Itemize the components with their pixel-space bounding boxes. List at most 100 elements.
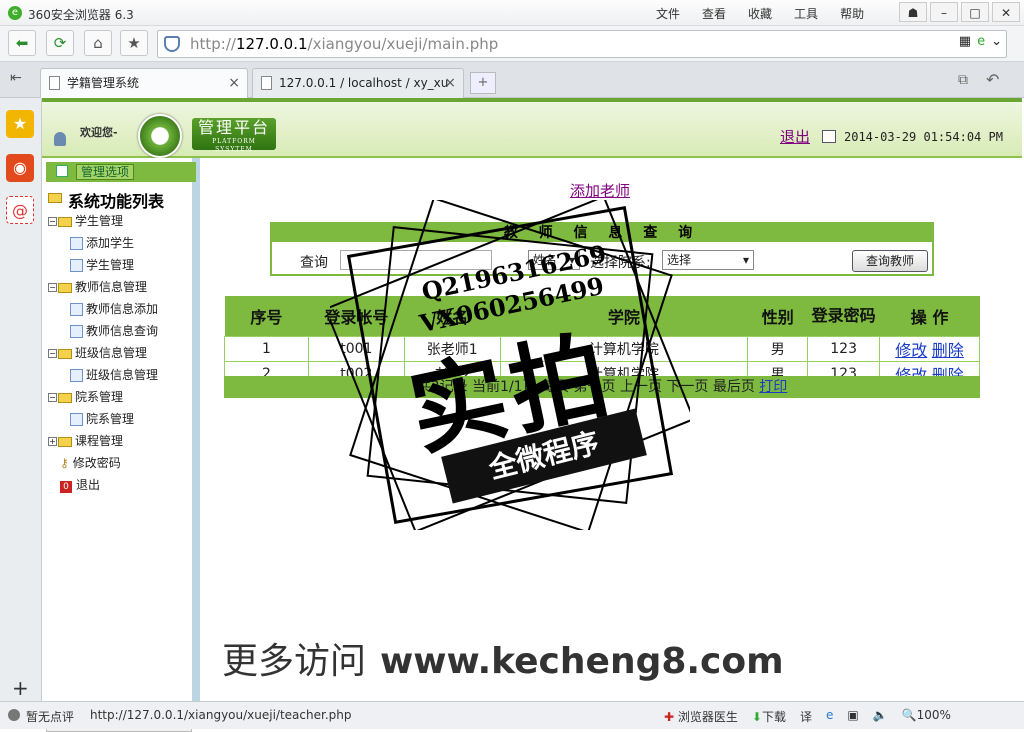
expand-icon[interactable]: +: [48, 437, 57, 446]
tab-label: 127.0.0.1 / localhost / xy_xu: [279, 76, 449, 90]
maximize-button[interactable]: □: [961, 2, 989, 22]
tree-teacher[interactable]: − 教师信息管理: [48, 276, 164, 298]
tree-department-manage[interactable]: 院系管理: [48, 408, 164, 430]
qr-code-icon[interactable]: ▦: [959, 34, 971, 49]
platform-subtitle: PLATFORM SYSYTEM: [212, 138, 256, 153]
tab-xueji[interactable]: 学籍管理系统 ×: [40, 68, 248, 98]
col-gender: 性别: [747, 296, 808, 336]
home-icon[interactable]: ⌂: [84, 30, 112, 56]
college-select[interactable]: 选择: [662, 250, 754, 270]
ie-icon[interactable]: e: [826, 708, 833, 725]
tree-logout[interactable]: 0 退出: [48, 474, 164, 496]
chevron-down-icon[interactable]: ⌄: [991, 34, 1002, 49]
minimize-button[interactable]: –: [930, 2, 958, 22]
user-icon: [54, 132, 66, 146]
menu-file[interactable]: 文件: [656, 5, 680, 22]
collapse-icon[interactable]: −: [48, 393, 57, 402]
browser-doctor[interactable]: ✚ 浏览器医生: [664, 708, 738, 725]
tree-label: 课程管理: [75, 434, 124, 448]
tree-label: 修改密码: [72, 456, 121, 470]
ie-mode-icon[interactable]: e: [977, 34, 985, 49]
cell-gender: 男: [747, 335, 809, 362]
search-teacher-button[interactable]: 查询教师: [852, 250, 928, 272]
col-password: 登录密码: [807, 296, 880, 336]
download[interactable]: ⬇下载: [752, 708, 786, 725]
star-icon[interactable]: ★: [120, 30, 148, 56]
edit-page-icon: [70, 237, 83, 250]
add-icon[interactable]: +: [12, 676, 29, 700]
tree-label: 教师信息管理: [75, 280, 148, 294]
refresh-icon[interactable]: ⟳: [46, 30, 74, 56]
delete-link[interactable]: 删除: [932, 341, 964, 360]
col-no: 序号: [224, 296, 309, 336]
menu-view[interactable]: 查看: [702, 5, 726, 22]
tree-add-student[interactable]: 添加学生: [48, 232, 164, 254]
tree-course[interactable]: + 课程管理: [48, 430, 164, 452]
tree-label: 退出: [76, 478, 101, 492]
collapse-icon[interactable]: −: [48, 283, 57, 292]
function-tree: 系统功能列表 − 学生管理 添加学生 学生管理 − 教师信息管理 教师信息添加 教师…: [48, 188, 164, 496]
tree-root-label: 系统功能列表: [68, 192, 165, 211]
tree-student-manage[interactable]: 学生管理: [48, 254, 164, 276]
tree-teacher-add[interactable]: 教师信息添加: [48, 298, 164, 320]
skin-icon[interactable]: ☗: [899, 2, 927, 22]
add-teacher-link[interactable]: 添加老师: [570, 180, 630, 201]
edit-page-icon: [70, 259, 83, 272]
edit-link[interactable]: 修改: [895, 341, 927, 360]
print-link[interactable]: 打印: [759, 379, 787, 395]
menu-tools[interactable]: 工具: [794, 5, 818, 22]
window-icon[interactable]: ▣: [847, 708, 858, 725]
page-icon: [261, 76, 272, 90]
status-bar: 暂无点评 http://127.0.0.1/xiangyou/xueji/tea…: [0, 701, 1024, 729]
close-button[interactable]: ✕: [992, 2, 1020, 22]
close-tab-icon[interactable]: ×: [444, 69, 456, 97]
tree-label: 班级信息管理: [75, 346, 148, 360]
favorites-star-icon[interactable]: ★: [6, 110, 34, 138]
undo-icon[interactable]: ↶: [986, 70, 999, 89]
translate-icon[interactable]: 译: [800, 708, 812, 725]
collapse-icon[interactable]: −: [48, 349, 57, 358]
col-account: 登录帐号: [308, 296, 405, 336]
query-label: 查询: [300, 255, 328, 271]
tree-student[interactable]: − 学生管理: [48, 210, 164, 232]
new-tab-button[interactable]: +: [470, 72, 496, 94]
cell-actions: 修改 删除: [879, 335, 980, 362]
cell-password: 123: [807, 335, 881, 362]
tab-label: 学籍管理系统: [67, 76, 140, 90]
weibo-icon[interactable]: ◉: [6, 154, 34, 182]
logout-link[interactable]: 退出: [780, 126, 810, 147]
tree-class[interactable]: − 班级信息管理: [48, 342, 164, 364]
close-tab-icon[interactable]: ×: [228, 69, 240, 97]
download-icon: ⬇: [751, 710, 762, 724]
options-header: 管理选项: [46, 162, 196, 182]
tree-root[interactable]: 系统功能列表: [48, 188, 165, 211]
restore-tab-icon[interactable]: ⧉: [958, 72, 968, 88]
tree-department[interactable]: − 院系管理: [48, 386, 164, 408]
tree-label: 添加学生: [86, 236, 135, 250]
folder-icon: [58, 282, 72, 293]
tree-class-manage[interactable]: 班级信息管理: [48, 364, 164, 386]
tree-label: 院系管理: [75, 390, 124, 404]
mail-icon[interactable]: @: [6, 196, 34, 224]
tree-change-password[interactable]: ⚷ 修改密码: [48, 452, 164, 474]
address-bar[interactable]: http://127.0.0.1/xiangyou/xueji/main.php…: [157, 30, 1007, 58]
menu-help[interactable]: 帮助: [840, 5, 864, 22]
menu-favorites[interactable]: 收藏: [748, 5, 772, 22]
app-header: 欢迎您- 管理平台 PLATFORM SYSYTEM 退出 2014-03-29 …: [42, 98, 1022, 158]
tab-phpmyadmin[interactable]: 127.0.0.1 / localhost / xy_xu ×: [252, 68, 464, 98]
collapse-icon[interactable]: −: [48, 217, 57, 226]
sound-icon[interactable]: 🔈: [873, 708, 888, 725]
edit-page-icon: [70, 303, 83, 316]
back-arrow-icon[interactable]: ⬅: [8, 30, 36, 56]
folder-open-icon: [48, 193, 62, 203]
sidebar-toggle-icon[interactable]: ⇤: [10, 70, 22, 86]
key-icon: ⚷: [60, 456, 69, 470]
status-review[interactable]: 暂无点评: [26, 708, 74, 725]
zoom[interactable]: 🔍100%: [902, 708, 951, 725]
tree-teacher-query[interactable]: 教师信息查询: [48, 320, 164, 342]
page-icon: [49, 76, 60, 90]
datetime: 2014-03-29 01:54:04 PM: [844, 130, 1003, 144]
edit-page-icon: [70, 413, 83, 426]
tree-label: 院系管理: [86, 412, 135, 426]
tab-bar: ⇤ 学籍管理系统 × 127.0.0.1 / localhost / xy_xu ×…: [0, 62, 1024, 98]
